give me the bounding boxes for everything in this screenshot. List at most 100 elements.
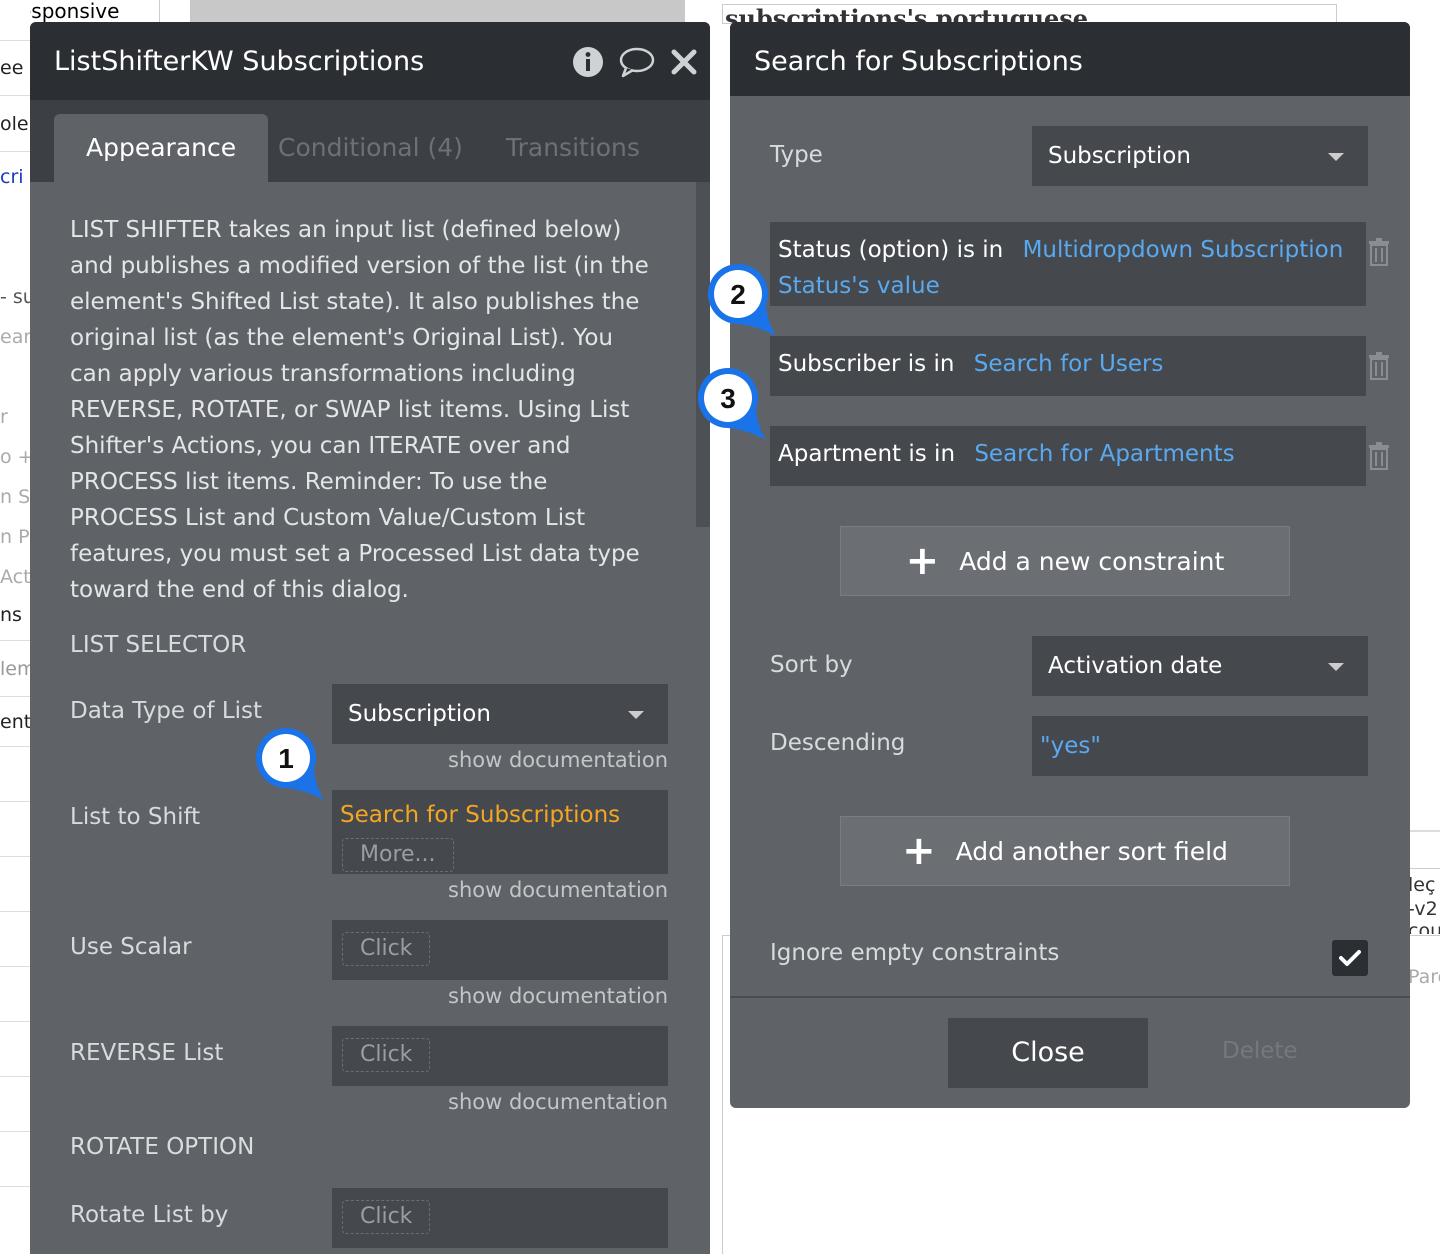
trash-icon[interactable] — [1368, 352, 1390, 384]
tree-row — [0, 856, 30, 911]
show-documentation-link[interactable]: show documentation — [448, 984, 668, 1008]
close-button[interactable]: Close — [948, 1018, 1148, 1088]
constraint-value[interactable]: Search for Users — [974, 351, 1164, 377]
section-list-selector: LIST SELECTOR — [70, 632, 247, 658]
badge-number: 3 — [720, 383, 736, 414]
panel-header: ListShifterKW Subscriptions — [30, 22, 710, 100]
click-button[interactable]: Click — [342, 1200, 431, 1234]
tree-row — [0, 911, 30, 966]
chevron-down-icon — [628, 711, 644, 719]
tree-fragment: o + — [0, 446, 30, 468]
use-scalar-label: Use Scalar — [70, 934, 192, 960]
show-documentation-link[interactable]: show documentation — [448, 878, 668, 902]
badge-number: 1 — [278, 743, 294, 774]
close-icon[interactable] — [670, 48, 698, 80]
constraint-field[interactable]: Status (option) is in — [778, 237, 1003, 263]
annotation-badge-1: 1 — [252, 724, 328, 800]
tree-row — [0, 1131, 30, 1186]
sort-by-dropdown[interactable]: Activation date — [1032, 636, 1368, 696]
rotate-list-label: Rotate List by — [70, 1202, 229, 1228]
checkmark-icon — [1339, 950, 1361, 966]
list-to-shift-label: List to Shift — [70, 804, 201, 830]
section-rotate-option: ROTATE OPTION — [70, 1134, 255, 1160]
data-type-label: Data Type of List — [70, 698, 263, 724]
constraint-row[interactable]: Status (option) is in Multidropdown Subs… — [770, 222, 1366, 306]
tab-appearance[interactable]: Appearance — [54, 114, 269, 182]
type-dropdown[interactable]: Subscription — [1032, 126, 1368, 186]
use-scalar-field[interactable]: Click — [332, 920, 668, 980]
search-dialog: Search for Subscriptions Type Subscripti… — [730, 22, 1410, 1108]
tree-row[interactable]: ole — [0, 95, 30, 151]
canvas-fragment: leç — [1408, 874, 1436, 896]
tree-row[interactable]: lem — [0, 640, 30, 696]
show-documentation-link[interactable]: show documentation — [448, 1090, 668, 1114]
tree-fragment: ns — [0, 604, 22, 626]
sort-by-label: Sort by — [770, 652, 853, 678]
tree-fragment: - su — [0, 286, 30, 308]
ignore-empty-constraints-checkbox[interactable] — [1332, 940, 1368, 976]
tree-row[interactable]: ee — [0, 40, 30, 95]
panel-header-icons — [572, 46, 698, 82]
tree-row — [0, 746, 30, 801]
tab-bar: Appearance Conditional (4) Transitions — [30, 100, 710, 182]
type-label: Type — [770, 142, 823, 168]
constraint-field[interactable]: Subscriber is in — [778, 351, 954, 377]
panel-title: ListShifterKW Subscriptions — [54, 45, 425, 77]
delete-button[interactable]: Delete — [1222, 1038, 1298, 1064]
trash-icon[interactable] — [1368, 238, 1390, 270]
descending-value[interactable]: "yes" — [1032, 716, 1368, 776]
tree-row — [0, 966, 30, 1021]
descending-label: Descending — [770, 730, 906, 756]
tree-fragment: r — [0, 406, 8, 428]
tab-conditional[interactable]: Conditional (4) — [278, 114, 463, 182]
rotate-list-field[interactable]: Click — [332, 1188, 668, 1248]
search-dialog-title: Search for Subscriptions — [730, 22, 1410, 96]
tree-fragment: n P — [0, 526, 30, 548]
element-tree-strip: ee ole cri - su ear r o + n St n P Acti … — [0, 0, 30, 1254]
tree-fragment: Acti — [0, 566, 30, 588]
comment-icon[interactable] — [618, 46, 656, 82]
data-type-dropdown[interactable]: Subscription — [332, 684, 668, 744]
canvas-fragment: -v2 — [1408, 898, 1438, 920]
more-button[interactable]: More... — [342, 838, 454, 872]
plus-icon: + — [902, 828, 936, 874]
tab-transitions[interactable]: Transitions — [506, 114, 640, 182]
tree-fragment: n St — [0, 486, 30, 508]
constraint-value[interactable]: Search for Apartments — [974, 441, 1234, 467]
constraint-row[interactable]: Apartment is in Search for Apartments — [770, 426, 1366, 486]
trash-icon[interactable] — [1368, 442, 1390, 474]
info-icon[interactable] — [572, 46, 604, 82]
canvas-grey-strip — [190, 0, 685, 22]
list-to-shift-expression[interactable]: Search for Subscriptions — [340, 802, 620, 828]
tree-row — [0, 1186, 30, 1241]
tree-row — [0, 1076, 30, 1131]
reverse-list-label: REVERSE List — [70, 1040, 224, 1066]
click-button[interactable]: Click — [342, 1038, 431, 1072]
chevron-down-icon — [1328, 153, 1344, 161]
property-editor-panel: ListShifterKW Subscriptions Appearance C… — [30, 22, 710, 1254]
reverse-list-field[interactable]: Click — [332, 1026, 668, 1086]
show-documentation-link[interactable]: show documentation — [448, 748, 668, 772]
chevron-down-icon — [1328, 663, 1344, 671]
tree-row — [0, 801, 30, 856]
scrollbar[interactable] — [696, 182, 710, 527]
constraint-field[interactable]: Apartment is in — [778, 441, 955, 467]
footer-divider — [730, 996, 1410, 998]
add-sort-field-button[interactable]: + Add another sort field — [840, 816, 1290, 886]
tree-row[interactable]: ent — [0, 696, 30, 746]
tree-row — [0, 1021, 30, 1076]
plus-icon: + — [905, 538, 940, 584]
canvas-fragment: Pare — [1408, 966, 1440, 988]
annotation-badge-2: 2 — [704, 260, 780, 336]
data-type-value: Subscription — [348, 701, 491, 727]
canvas-text-element[interactable]: subscriptions's portuguese — [722, 4, 1337, 24]
add-constraint-button[interactable]: + Add a new constraint — [840, 526, 1290, 596]
descending-field[interactable]: "yes" — [1032, 716, 1368, 776]
constraint-row[interactable]: Subscriber is in Search for Users — [770, 336, 1366, 396]
list-to-shift-field[interactable]: Search for Subscriptions More... — [332, 790, 668, 874]
canvas-fragment: cou — [1408, 920, 1440, 934]
type-value: Subscription — [1048, 143, 1191, 169]
add-constraint-label: Add a new constraint — [959, 546, 1225, 576]
click-button[interactable]: Click — [342, 932, 431, 966]
tree-row[interactable]: cri — [0, 151, 30, 201]
